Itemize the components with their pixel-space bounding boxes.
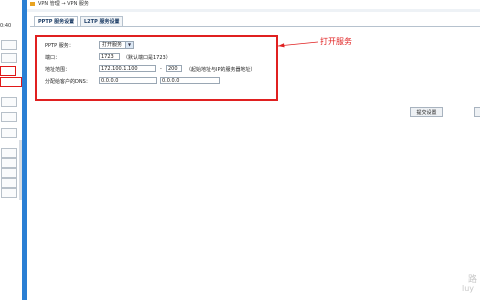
callout-text: 打开服务	[320, 37, 352, 46]
callout-arrow	[277, 41, 319, 48]
watermark-text: luy	[462, 284, 475, 293]
submit-settings-button[interactable]: 提交设置	[410, 107, 443, 117]
secondary-button[interactable]	[474, 107, 480, 117]
